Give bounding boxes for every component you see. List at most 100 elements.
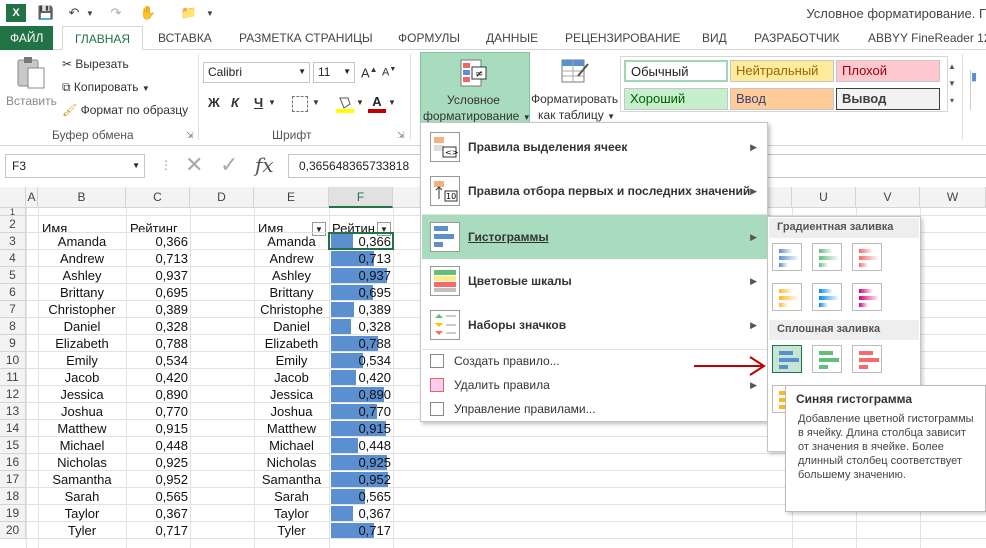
cell-rating-f[interactable]: 0,367	[329, 505, 391, 522]
gallery-scroll[interactable]: ▲ ▼ ▾	[946, 58, 958, 112]
paste-icon[interactable]	[14, 56, 46, 92]
cell-rating-c[interactable]: 0,534	[126, 352, 188, 369]
copy-button[interactable]: ⧉ Копировать ▼	[62, 80, 150, 95]
cell-name-b[interactable]: Samantha	[38, 471, 126, 488]
redo-icon[interactable]: ↷	[106, 4, 126, 22]
cell-name-e[interactable]: Jessica	[254, 386, 329, 403]
solid-data-bar-style[interactable]	[852, 345, 882, 373]
undo-dropdown-icon[interactable]: ▼	[84, 4, 96, 22]
menu-highlight-rules[interactable]: <> Правила выделения ячеек ▶	[422, 125, 767, 169]
col-header-w[interactable]: W	[920, 187, 986, 208]
cell-name-b[interactable]: Taylor	[38, 505, 126, 522]
chevron-down-icon[interactable]: ▼	[388, 98, 396, 107]
col-header-f[interactable]: F	[329, 187, 393, 208]
gradient-data-bar-style[interactable]	[852, 283, 882, 311]
cell-name-b[interactable]: Sarah	[38, 488, 126, 505]
cell-rating-f[interactable]: 0,925	[329, 454, 391, 471]
gradient-data-bar-style[interactable]	[772, 243, 802, 271]
row-header[interactable]: 14	[0, 420, 26, 437]
tab-page-layout[interactable]: РАЗМЕТКА СТРАНИЦЫ	[239, 26, 373, 50]
row-header[interactable]: 8	[0, 318, 26, 335]
cell-rating-c[interactable]: 0,937	[126, 267, 188, 284]
cell-name-e[interactable]: Christophe	[254, 301, 329, 318]
undo-icon[interactable]: ↶	[64, 4, 84, 22]
customize-qat-icon[interactable]: ▼	[204, 4, 216, 22]
cell-name-b[interactable]: Andrew	[38, 250, 126, 267]
insert-function-button[interactable]: fx	[255, 153, 274, 177]
fill-color-icon[interactable]	[336, 94, 354, 114]
cell-name-b[interactable]: Brittany	[38, 284, 126, 301]
font-name-combo[interactable]: Calibri ▼	[203, 62, 310, 83]
cell-name-b[interactable]: Ashley	[38, 267, 126, 284]
col-header-b[interactable]: B	[38, 187, 126, 208]
select-all-corner[interactable]	[0, 187, 26, 208]
col-header-c[interactable]: C	[126, 187, 190, 208]
row-header[interactable]: 19	[0, 505, 26, 522]
enter-icon[interactable]: ✓	[220, 152, 238, 178]
format-painter-button[interactable]: 🖌 Формат по образцу	[62, 103, 188, 117]
cell-rating-c[interactable]: 0,713	[126, 250, 188, 267]
cell-rating-f[interactable]: 0,389	[329, 301, 391, 318]
underline-button[interactable]: Ч	[254, 95, 263, 110]
row-header[interactable]: 4	[0, 250, 26, 267]
cell-name-e[interactable]: Tyler	[254, 522, 329, 539]
cell-name-e[interactable]: Amanda	[254, 233, 329, 250]
cut-button[interactable]: ✂ Вырезать	[62, 57, 129, 71]
blue-solid-data-bar-style[interactable]	[772, 345, 802, 373]
cell-rating-f[interactable]: 0,937	[329, 267, 391, 284]
cell-name-b[interactable]: Nicholas	[38, 454, 126, 471]
row-header[interactable]: 20	[0, 522, 26, 539]
cell-rating-f[interactable]: 0,420	[329, 369, 391, 386]
cell-name-e[interactable]: Taylor	[254, 505, 329, 522]
cell-rating-c[interactable]: 0,448	[126, 437, 188, 454]
row-header[interactable]: 18	[0, 488, 26, 505]
row-header[interactable]: 1	[0, 208, 26, 217]
format-as-table-line1[interactable]: Форматировать	[531, 92, 618, 106]
conditional-formatting-button[interactable]: ≠ Условное форматирование ▼	[420, 52, 531, 124]
touch-mode-icon[interactable]: ✋	[138, 4, 158, 22]
gradient-data-bar-style[interactable]	[852, 243, 882, 271]
cell-name-e[interactable]: Emily	[254, 352, 329, 369]
style-input[interactable]: Ввод	[730, 88, 834, 110]
cell-rating-c[interactable]: 0,420	[126, 369, 188, 386]
col-header-d[interactable]: D	[190, 187, 254, 208]
tab-home[interactable]: ГЛАВНАЯ	[62, 26, 144, 50]
cell-rating-c[interactable]: 0,770	[126, 403, 188, 420]
cell-name-b[interactable]: Jessica	[38, 386, 126, 403]
chevron-down-icon[interactable]: ▼	[268, 98, 276, 107]
row-header[interactable]: 5	[0, 267, 26, 284]
format-as-table-line2[interactable]: как таблицу ▼	[538, 108, 615, 122]
cell-name-e[interactable]: Daniel	[254, 318, 329, 335]
cell-rating-c[interactable]: 0,788	[126, 335, 188, 352]
cell-name-e[interactable]: Michael	[254, 437, 329, 454]
cell-rating-f[interactable]: 0,448	[329, 437, 391, 454]
cell-rating-c[interactable]: 0,915	[126, 420, 188, 437]
gradient-data-bar-style[interactable]	[812, 283, 842, 311]
cell-name-b[interactable]: Tyler	[38, 522, 126, 539]
style-neutral[interactable]: Нейтральный	[730, 60, 834, 82]
row-header[interactable]: 17	[0, 471, 26, 488]
row-header[interactable]: 6	[0, 284, 26, 301]
gradient-data-bar-style[interactable]	[812, 243, 842, 271]
cell-name-b[interactable]: Emily	[38, 352, 126, 369]
cell-rating-f[interactable]: 0,788	[329, 335, 391, 352]
cell-rating-c[interactable]: 0,695	[126, 284, 188, 301]
shrink-font-button[interactable]: A▼	[382, 66, 396, 79]
cell-name-e[interactable]: Matthew	[254, 420, 329, 437]
cell-name-b[interactable]: Jacob	[38, 369, 126, 386]
tab-abbyy[interactable]: ABBYY FineReader 12	[868, 26, 986, 50]
cell-name-e[interactable]: Samantha	[254, 471, 329, 488]
dialog-launcher-icon[interactable]: ⇲	[186, 130, 194, 141]
cell-name-e[interactable]: Joshua	[254, 403, 329, 420]
tab-review[interactable]: РЕЦЕНЗИРОВАНИЕ	[565, 26, 680, 50]
row-header[interactable]: 7	[0, 301, 26, 318]
menu-top-bottom-rules[interactable]: 10 Правила отбора первых и последних зна…	[422, 169, 767, 213]
grow-font-button[interactable]: A▲	[361, 65, 378, 80]
cell-rating-c[interactable]: 0,925	[126, 454, 188, 471]
cell-rating-c[interactable]: 0,890	[126, 386, 188, 403]
style-normal[interactable]: Обычный	[624, 60, 728, 82]
cell-rating-f[interactable]: 0,770	[329, 403, 391, 420]
row-header[interactable]: 15	[0, 437, 26, 454]
menu-manage-rules[interactable]: Управление правилами...	[422, 397, 767, 421]
row-header[interactable]: 11	[0, 369, 26, 386]
